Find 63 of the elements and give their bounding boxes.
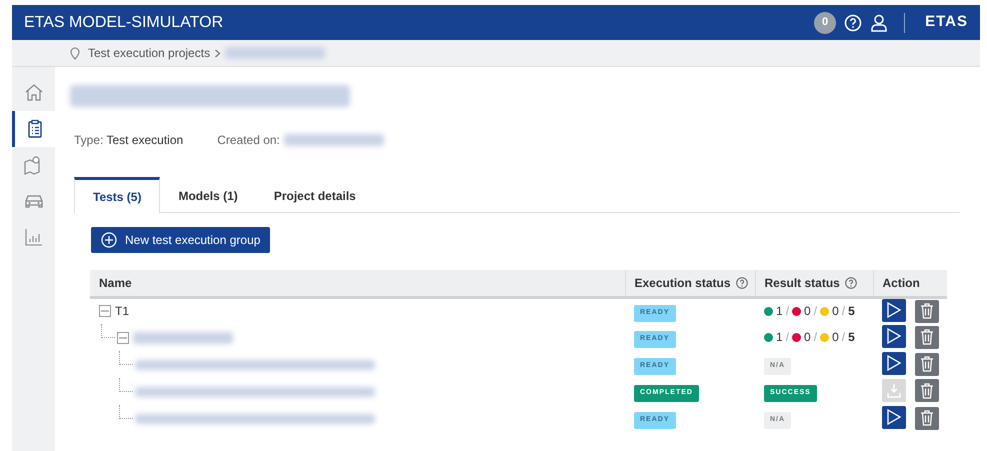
delete-button[interactable]	[915, 379, 939, 402]
test-name: T1	[115, 303, 130, 320]
separator: /	[814, 303, 818, 320]
count: 1	[776, 329, 783, 346]
separator: /	[786, 303, 790, 320]
column-header: Execution status	[634, 274, 731, 292]
collapse-toggle[interactable]	[99, 305, 111, 318]
status-dot	[820, 306, 830, 316]
brand-logo: ETAS	[925, 12, 968, 32]
play-icon	[886, 354, 902, 372]
breadcrumb-link[interactable]: Test execution projects	[88, 44, 210, 62]
run-button[interactable]	[882, 406, 906, 429]
separator: /	[814, 329, 818, 346]
status-dot	[820, 332, 830, 342]
status-dot	[792, 306, 802, 316]
trash-icon	[920, 410, 934, 426]
sidebar-item[interactable]	[12, 111, 55, 147]
trash-icon	[920, 382, 934, 399]
help-icon[interactable]	[844, 276, 857, 289]
app-title: ETAS MODEL-SIMULATOR	[24, 12, 224, 32]
delete-button[interactable]	[915, 352, 939, 376]
delete-button[interactable]	[915, 326, 939, 349]
column-header: Result status	[764, 274, 840, 292]
trash-icon	[920, 303, 934, 319]
count: 0	[804, 329, 811, 346]
count: 0	[832, 303, 839, 320]
run-button[interactable]	[882, 298, 906, 322]
total-count: 5	[848, 329, 855, 346]
tab[interactable]: Models (1)	[160, 177, 256, 212]
separator: /	[842, 303, 846, 320]
help-icon[interactable]	[736, 276, 748, 289]
column-header: Name	[99, 274, 132, 292]
tab[interactable]: Project details	[256, 177, 374, 212]
count: 0	[832, 329, 839, 346]
run-button[interactable]	[882, 352, 906, 375]
tab[interactable]: Tests (5)	[74, 177, 160, 213]
count: 0	[804, 303, 811, 320]
chevron-icon	[214, 48, 222, 58]
new-group-button[interactable]: New test execution group	[91, 227, 270, 253]
add-icon	[101, 232, 117, 248]
delete-button[interactable]	[915, 406, 939, 430]
location-pin-icon	[70, 46, 80, 60]
trash-icon	[920, 356, 934, 372]
column-header: Action	[882, 274, 920, 292]
status-dot	[764, 332, 773, 342]
separator: /	[842, 329, 846, 346]
run-button[interactable]	[882, 324, 906, 348]
total-count: 5	[848, 303, 855, 320]
created-label: Created on:	[217, 132, 280, 149]
status-dot	[792, 332, 802, 342]
play-icon	[886, 327, 902, 346]
project-type: Type: Test execution	[74, 132, 184, 149]
bar-chart-icon	[22, 226, 44, 248]
count: 1	[776, 303, 783, 320]
delete-button[interactable]	[915, 300, 939, 322]
play-icon	[886, 408, 902, 426]
separator: /	[786, 329, 790, 346]
trash-icon	[920, 329, 934, 346]
play-icon	[886, 301, 902, 319]
collapse-toggle[interactable]	[117, 332, 129, 344]
user-icon[interactable]	[870, 14, 888, 32]
status-dot	[764, 306, 773, 316]
download-icon	[886, 382, 902, 399]
